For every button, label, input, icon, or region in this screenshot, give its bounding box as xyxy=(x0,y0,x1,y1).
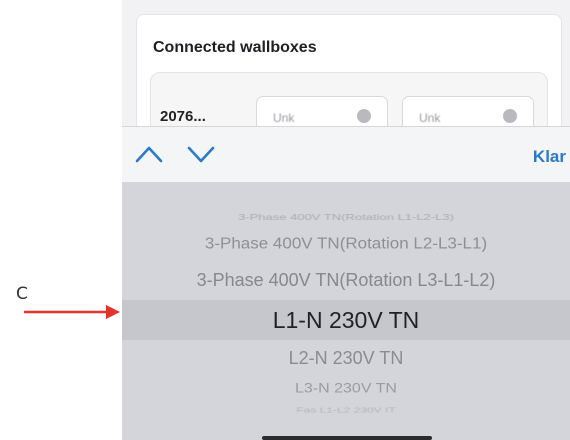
select-right-text: Unk xyxy=(419,111,441,125)
select-left-text: Unk xyxy=(273,111,295,125)
picker-option[interactable]: 3-Phase 400V TN(Rotation L1-L2-L3) xyxy=(122,213,570,222)
done-button[interactable]: Klar xyxy=(533,147,566,167)
chevron-up-icon[interactable] xyxy=(134,143,164,165)
voltage-picker[interactable]: 3-Phase 400V TN(Rotation L1-L2-L3) 3-Pha… xyxy=(122,182,570,440)
home-indicator xyxy=(262,436,432,440)
picker-option-selected[interactable]: L1-N 230V TN xyxy=(122,307,570,334)
wallbox-id: 2076... xyxy=(160,108,206,125)
picker-toolbar: Klar xyxy=(122,126,570,183)
chevron-down-icon[interactable] xyxy=(186,143,216,165)
picker-option[interactable]: L2-N 230V TN xyxy=(122,348,570,369)
card-title: Connected wallboxes xyxy=(153,39,317,56)
picker-option[interactable]: L3-N 230V TN xyxy=(122,381,570,396)
annotation-label: C xyxy=(16,284,28,304)
picker-option[interactable]: Fas L1-L2 230V IT xyxy=(122,406,570,414)
phone-screen: Connected wallboxes 2076... Unk Unk Klar… xyxy=(122,0,570,440)
chevron-circle-icon xyxy=(357,109,371,123)
picker-option[interactable]: 3-Phase 400V TN(Rotation L2-L3-L1) xyxy=(122,235,570,253)
picker-option[interactable]: 3-Phase 400V TN(Rotation L3-L1-L2) xyxy=(122,270,570,291)
chevron-circle-icon xyxy=(503,109,517,123)
